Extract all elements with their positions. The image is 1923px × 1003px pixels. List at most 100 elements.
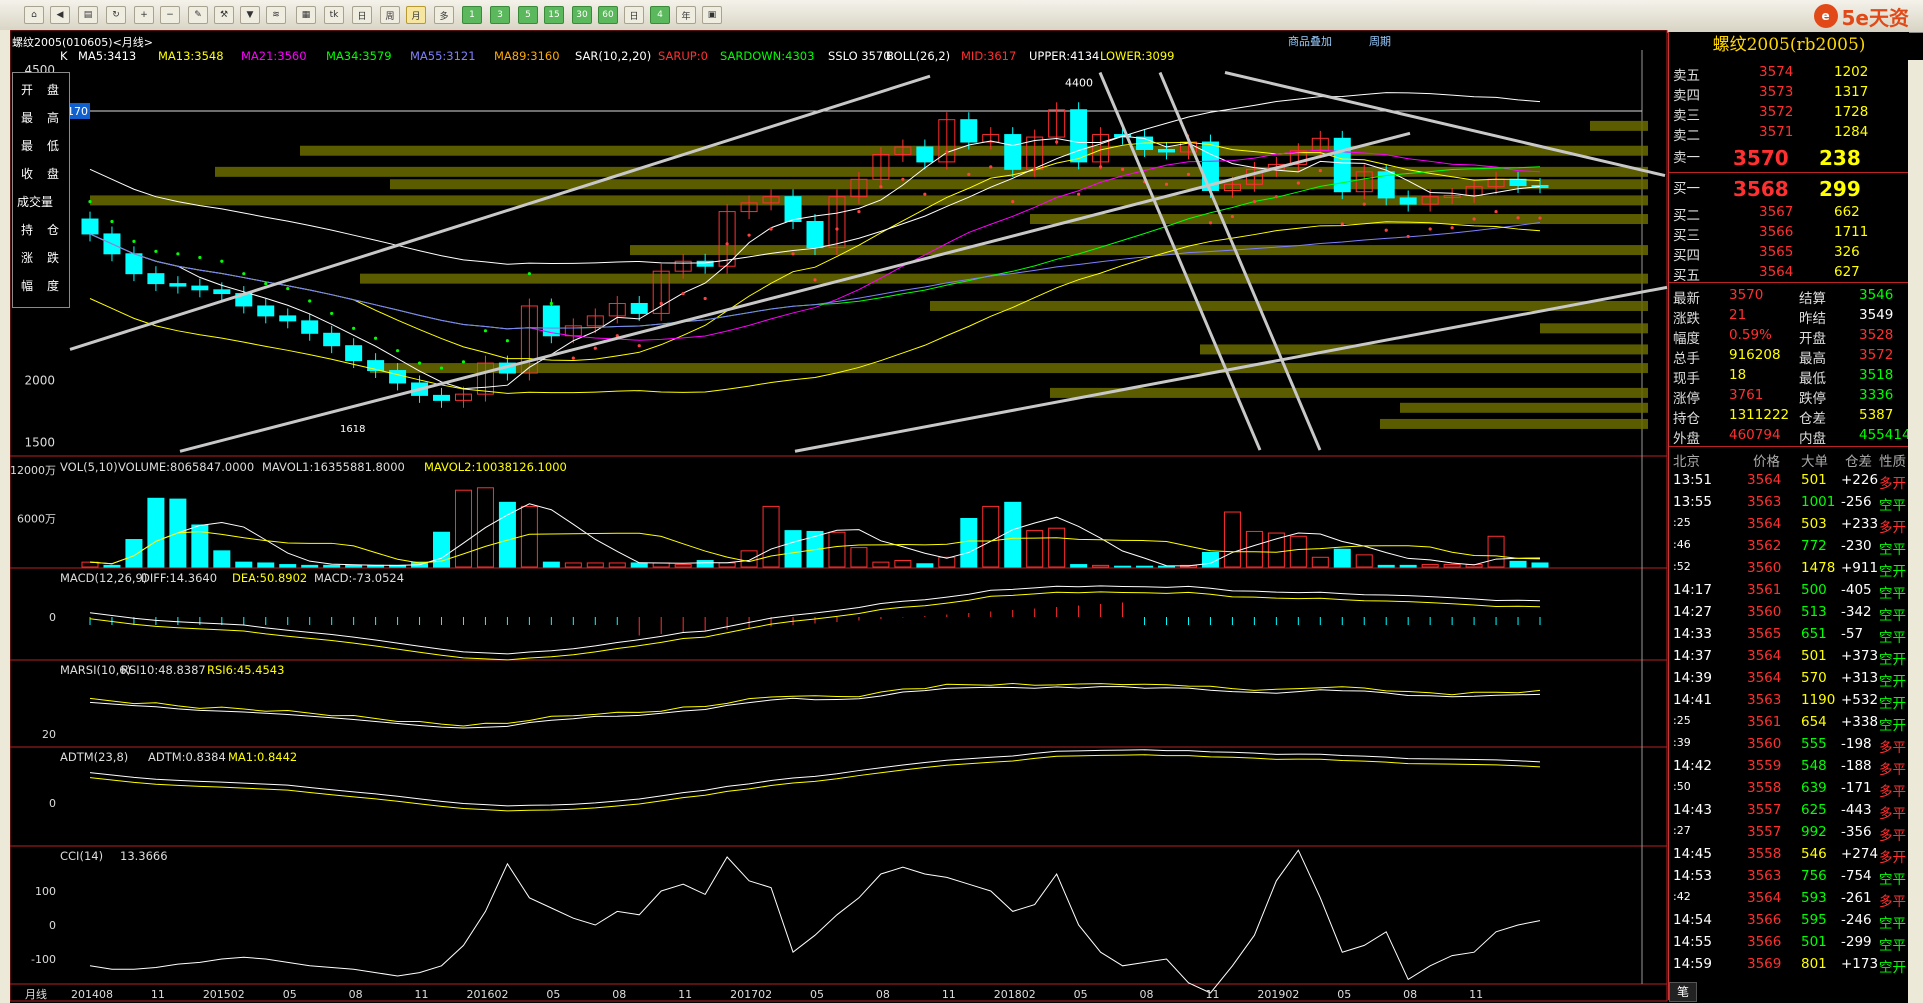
ohlc-label: 仓 <box>47 223 60 237</box>
x-tick-label: 201902 <box>1257 988 1299 1001</box>
period-60-button[interactable]: 60 <box>598 6 618 24</box>
volume-bar <box>1004 501 1022 568</box>
tick-cell: :27 <box>1673 824 1691 837</box>
sar-dot <box>527 272 531 276</box>
sar-dot <box>923 192 927 196</box>
sar-dot <box>1472 217 1476 221</box>
tick-cell: +226 <box>1841 472 1879 488</box>
quote-cell: 仓差 <box>1799 411 1826 427</box>
tick-cell: 801 <box>1801 956 1827 972</box>
news-button[interactable]: ≋ <box>266 6 286 24</box>
tick-cell: 多开 <box>1879 520 1906 536</box>
ohlc-label: 盘 <box>47 83 60 97</box>
period-3-button[interactable]: 3 <box>490 6 510 24</box>
macd-legend-1: DIFF:14.3640 <box>141 571 217 585</box>
table-button[interactable]: ▦ <box>296 6 316 24</box>
tick-cell: 空开 <box>1879 564 1906 580</box>
year-button[interactable]: 年 <box>676 6 696 24</box>
right-side-tabs[interactable] <box>1908 60 1923 1003</box>
stat-row: 最新 3570 结算 3546 <box>1669 285 1909 307</box>
zoom-in-button[interactable]: + <box>134 6 154 24</box>
period-4-button[interactable]: 4 <box>650 6 670 24</box>
tick-cell: 555 <box>1801 736 1827 752</box>
home-button[interactable]: ⌂ <box>24 6 44 24</box>
volume-bar <box>916 563 934 568</box>
candle-body <box>389 370 407 384</box>
chart-title: 螺纹2005(010605)<月线> <box>12 36 154 49</box>
tick-cell: +173 <box>1841 956 1879 972</box>
vol-legend-2: MAVOL1:16355881.8000 <box>262 460 405 474</box>
tick-row: :25 3564 503 +233 多开 <box>1669 513 1909 536</box>
tick-cell: 空平 <box>1879 542 1906 558</box>
zoom-out-button[interactable]: − <box>160 6 180 24</box>
tick-cell: -299 <box>1841 934 1872 950</box>
tick-cell: 14:41 <box>1673 692 1712 708</box>
period-30-button[interactable]: 30 <box>572 6 592 24</box>
day-button[interactable]: 日 <box>352 6 372 24</box>
x-tick-label: 201802 <box>994 988 1036 1001</box>
sar-dot <box>308 299 312 303</box>
sar-dot <box>1120 167 1125 171</box>
week-button[interactable]: 周 <box>380 6 400 24</box>
month-button[interactable]: 月 <box>406 6 426 24</box>
sar-dot <box>1011 200 1015 204</box>
tick-row: :42 3564 593 -261 多平 <box>1669 887 1909 910</box>
tick-cell: 3564 <box>1747 472 1782 488</box>
quote-cell: 卖四 <box>1673 88 1700 104</box>
tools-button[interactable]: ⚒ <box>214 6 234 24</box>
chart-button[interactable]: ▤ <box>78 6 98 24</box>
tick-header: 北京 价格 大单 仓差 性质 <box>1669 448 1909 470</box>
quote-cell: 3565 <box>1759 244 1794 260</box>
draw-button[interactable]: ✎ <box>188 6 208 24</box>
tick-cell: 1001 <box>1801 494 1836 510</box>
quote-cell: 662 <box>1834 204 1860 220</box>
period-1-button[interactable]: 1 <box>462 6 482 24</box>
sar-dot <box>286 286 290 291</box>
kline-chart[interactable]: 450020001500417044001618K MA5:3413 MA13:35… <box>10 30 1668 1002</box>
sar-dot <box>505 339 510 343</box>
quote-cell: 现手 <box>1673 371 1700 387</box>
ma-legend-7: SAR(10,2,20) <box>575 49 651 63</box>
tick-cell: :46 <box>1673 538 1691 551</box>
sar-dot <box>945 150 949 154</box>
stat-row: 外盘 460794 内盘 455414 <box>1669 425 1911 447</box>
vol-legend-0: VOL(5,10) <box>60 460 118 474</box>
ohlc-label: 成交量 <box>17 195 54 209</box>
x-tick-label: 11 <box>415 988 429 1001</box>
quote-cell: 3573 <box>1759 84 1794 100</box>
candle-body <box>916 146 934 163</box>
day-button[interactable]: 日 <box>624 6 644 24</box>
tick-cell: 651 <box>1801 626 1827 642</box>
quote-cell: 持仓 <box>1673 411 1700 427</box>
candle-body <box>806 221 824 249</box>
volume-bar <box>1333 548 1351 568</box>
rsi-legend-1: RSI10:48.8387 <box>121 663 206 677</box>
tick-cell: -261 <box>1841 890 1872 906</box>
ma-legend-11: BOLL(26,2) <box>886 49 950 63</box>
quote-cell: 内盘 <box>1799 431 1826 447</box>
tick-cell: :25 <box>1673 714 1691 727</box>
quote-cell: 3528 <box>1859 327 1894 343</box>
quote-cell: 最新 <box>1673 291 1700 307</box>
quote-cell: 3336 <box>1859 387 1894 403</box>
tick-cell: 3564 <box>1747 516 1782 532</box>
multi-button[interactable]: 多 <box>434 6 454 24</box>
tick-cell: +532 <box>1841 692 1879 708</box>
tick-tab-button[interactable]: 笔 <box>1669 982 1697 1002</box>
refresh-button[interactable]: ↻ <box>106 6 126 24</box>
tick-cell: 3562 <box>1747 538 1782 554</box>
back-button[interactable]: ◀ <box>50 6 70 24</box>
filter-button[interactable]: ▼ <box>240 6 260 24</box>
quote-title: 螺纹2005(rb2005) <box>1712 35 1866 55</box>
quote-cell: 5387 <box>1859 407 1894 423</box>
ma-legend-14: LOWER:3099 <box>1100 49 1174 63</box>
tick-cell: 3560 <box>1747 736 1782 752</box>
tick-button[interactable]: tk <box>324 6 344 24</box>
period-15-button[interactable]: 15 <box>544 6 564 24</box>
calendar-button[interactable]: ▣ <box>702 6 722 24</box>
tick-row: 14:53 3563 756 -754 空平 <box>1669 865 1909 888</box>
x-tick-label: 05 <box>283 988 297 1001</box>
tick-cell: -754 <box>1841 868 1872 884</box>
period-5-button[interactable]: 5 <box>518 6 538 24</box>
tick-cell: 595 <box>1801 912 1827 928</box>
